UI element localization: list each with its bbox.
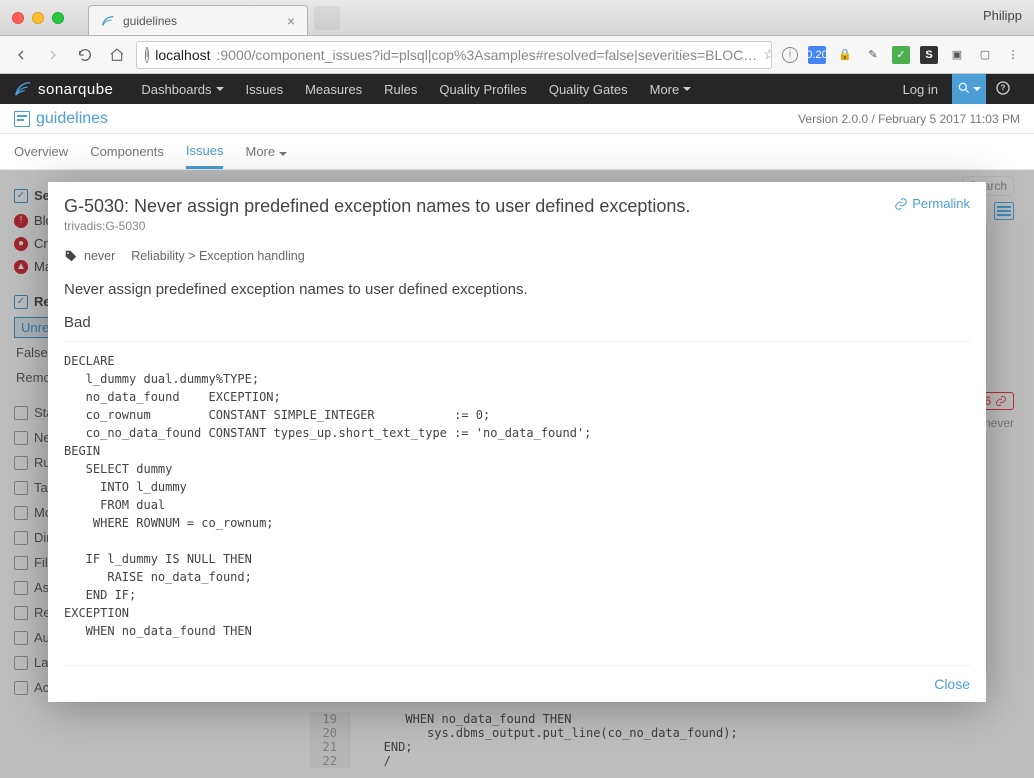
chevron-down-icon — [683, 87, 691, 91]
url-host: localhost — [155, 47, 210, 63]
browser-menu-icon[interactable]: ⋮ — [1004, 46, 1022, 64]
extension-green-icon[interactable]: ✓ — [892, 46, 910, 64]
chevron-down-icon — [216, 87, 224, 91]
topnav-measures[interactable]: Measures — [305, 82, 362, 97]
browser-tabs: guidelines × — [88, 0, 340, 35]
extension-download-badge[interactable]: 0.20 — [808, 46, 826, 64]
topnav-right: Log in ? — [889, 74, 1020, 104]
rule-code-example: DECLARE l_dummy dual.dummy%TYPE; no_data… — [64, 352, 970, 640]
search-button[interactable] — [952, 74, 986, 104]
extension-evernote-icon[interactable]: ✎ — [864, 46, 882, 64]
project-title[interactable]: guidelines — [14, 110, 108, 128]
profile-name[interactable]: Philipp — [983, 8, 1022, 23]
tab-title: guidelines — [123, 14, 177, 28]
project-subnav: Overview Components Issues More — [0, 134, 1034, 170]
topnav-more[interactable]: More — [650, 82, 692, 97]
topnav-quality-gates[interactable]: Quality Gates — [549, 82, 628, 97]
subnav-more[interactable]: More — [245, 136, 286, 167]
modal-footer: Close — [64, 665, 970, 692]
topnav: Dashboards Issues Measures Rules Quality… — [141, 82, 691, 97]
rule-section-bad: Bad — [64, 314, 970, 331]
sonarqube-logo-text: sonarqube — [38, 81, 113, 98]
project-meta: Version 2.0.0 / February 5 2017 11:03 PM — [798, 112, 1020, 126]
rule-title: G-5030: Never assign predefined exceptio… — [64, 196, 970, 217]
rule-detail-modal: Permalink G-5030: Never assign predefine… — [48, 182, 986, 702]
traffic-lights — [12, 12, 64, 24]
new-tab-button[interactable] — [314, 6, 340, 30]
home-button[interactable] — [104, 42, 130, 68]
extension-icons: i 0.20 🔒 ✎ ✓ S ▣ ▢ ⋮ — [778, 46, 1026, 64]
chevron-down-icon — [973, 87, 981, 91]
extension-cast-icon[interactable]: ▢ — [976, 46, 994, 64]
extension-s-icon[interactable]: S — [920, 46, 938, 64]
svg-text:?: ? — [1001, 83, 1006, 92]
chevron-down-icon — [279, 152, 287, 156]
rule-tag[interactable]: never — [84, 249, 115, 263]
help-icon: ? — [995, 80, 1011, 99]
project-title-text: guidelines — [36, 110, 108, 128]
topnav-dashboards[interactable]: Dashboards — [141, 82, 223, 97]
extension-info-icon[interactable]: i — [782, 47, 798, 63]
browser-toolbar: i localhost :9000/component_issues?id=pls… — [0, 36, 1034, 74]
back-button[interactable] — [8, 42, 34, 68]
login-link[interactable]: Log in — [889, 82, 952, 97]
browser-tab-active[interactable]: guidelines × — [88, 5, 308, 35]
extension-layers-icon[interactable]: ▣ — [948, 46, 966, 64]
tab-close-icon[interactable]: × — [287, 13, 295, 29]
rule-key: trivadis:G-5030 — [64, 219, 970, 233]
help-button[interactable]: ? — [986, 74, 1020, 104]
reload-button[interactable] — [72, 42, 98, 68]
address-bar[interactable]: i localhost :9000/component_issues?id=pls… — [136, 41, 772, 69]
rule-breadcrumb[interactable]: Reliability > Exception handling — [131, 249, 304, 263]
project-bar: guidelines Version 2.0.0 / February 5 20… — [0, 104, 1034, 134]
sonarqube-topbar: sonarqube Dashboards Issues Measures Rul… — [0, 74, 1034, 104]
permalink-label: Permalink — [912, 196, 970, 211]
site-info-icon[interactable]: i — [145, 47, 149, 63]
forward-button[interactable] — [40, 42, 66, 68]
divider — [64, 341, 970, 342]
search-icon — [957, 81, 971, 98]
topnav-rules[interactable]: Rules — [384, 82, 417, 97]
sonarqube-logo[interactable]: sonarqube — [14, 80, 113, 98]
url-path: :9000/component_issues?id=plsql|cop%3Asa… — [217, 47, 758, 63]
topnav-issues[interactable]: Issues — [246, 82, 284, 97]
tag-icon — [64, 249, 78, 263]
project-icon — [14, 111, 30, 127]
sonarqube-logo-icon — [14, 80, 32, 98]
window-chrome: guidelines × Philipp — [0, 0, 1034, 36]
subnav-issues[interactable]: Issues — [186, 135, 224, 169]
permalink-link[interactable]: Permalink — [894, 196, 970, 211]
link-icon — [894, 197, 908, 211]
rule-meta-row: never Reliability > Exception handling — [64, 249, 970, 263]
close-button[interactable]: Close — [934, 676, 970, 692]
bookmark-star-icon[interactable]: ☆ — [763, 46, 772, 63]
rule-description: Never assign predefined exception names … — [64, 281, 970, 298]
extension-lock-icon[interactable]: 🔒 — [836, 46, 854, 64]
close-window-button[interactable] — [12, 12, 24, 24]
subnav-overview[interactable]: Overview — [14, 136, 68, 167]
favicon — [101, 14, 115, 28]
topnav-quality-profiles[interactable]: Quality Profiles — [439, 82, 526, 97]
minimize-window-button[interactable] — [32, 12, 44, 24]
zoom-window-button[interactable] — [52, 12, 64, 24]
subnav-components[interactable]: Components — [90, 136, 164, 167]
